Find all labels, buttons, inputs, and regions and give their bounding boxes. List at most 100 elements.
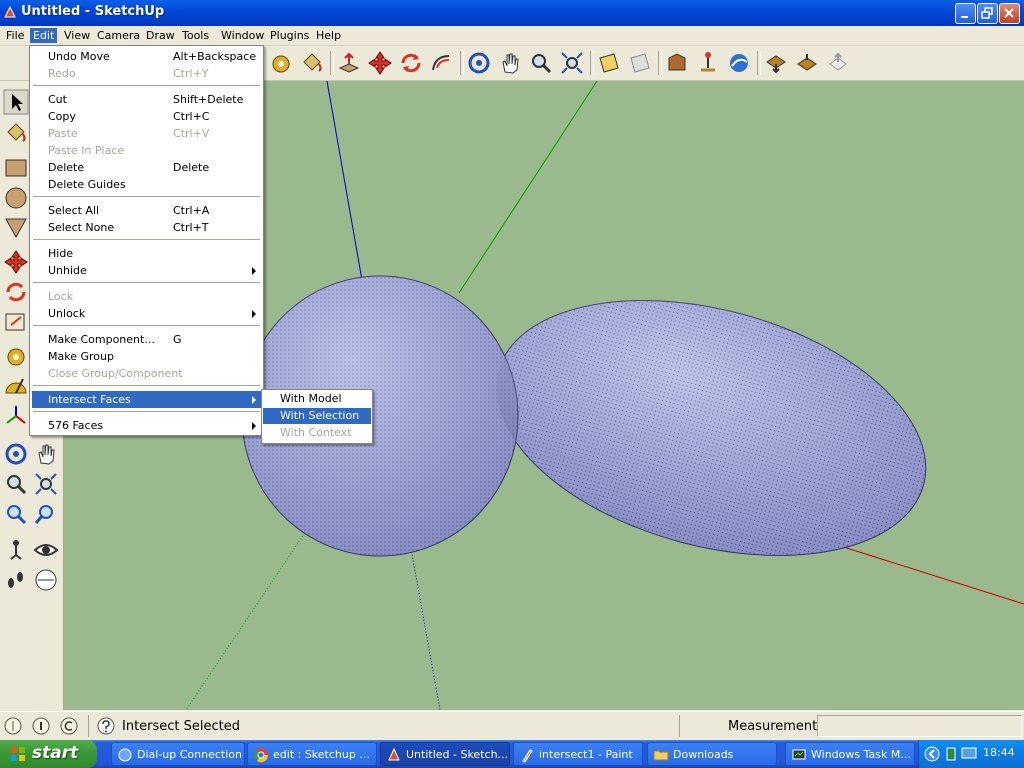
section-display-icon[interactable] — [627, 50, 653, 76]
geo-location-icon[interactable] — [4, 717, 22, 735]
menu-item-undo-move[interactable]: Undo Move Alt+Backspace — [32, 48, 261, 65]
follow-me-icon[interactable] — [429, 50, 455, 76]
menu-item-close-group: Close Group/Component — [48, 367, 183, 380]
circle-icon[interactable] — [3, 185, 29, 211]
share-model-icon[interactable] — [825, 50, 851, 76]
menu-draw[interactable]: Draw — [143, 28, 178, 43]
scale-icon[interactable] — [3, 309, 29, 335]
ellipsoid-shading — [496, 300, 926, 556]
tape-measure-icon[interactable] — [268, 50, 294, 76]
task-browser-sketchup[interactable]: edit : Sketchup ... — [247, 742, 377, 766]
restore-button[interactable] — [977, 3, 998, 24]
status-bar: Intersect Selected Measurements — [0, 711, 1024, 740]
pan-icon[interactable] — [497, 50, 523, 76]
submenu-item-with-context: With Context — [280, 426, 352, 439]
window-title-bar[interactable]: Untitled - SketchUp — [0, 0, 1024, 26]
rectangle-icon[interactable] — [3, 155, 29, 181]
menu-item-paste-in-place: Paste In Place — [48, 144, 125, 157]
select-icon[interactable] — [3, 89, 29, 115]
task-task-manager[interactable]: Windows Task M... — [785, 742, 915, 766]
next-view-icon[interactable] — [33, 501, 59, 527]
tape-measure-icon[interactable] — [3, 343, 29, 369]
menu-item-select-all[interactable]: Select All Ctrl+A — [32, 202, 261, 219]
menu-help[interactable]: Help — [313, 28, 344, 43]
menu-item-redo: Redo Ctrl+Y — [48, 67, 209, 80]
menu-plugins[interactable]: Plugins — [267, 28, 312, 43]
windows-taskbar: start Dial-up Connection edit : Sketchup… — [0, 740, 1024, 768]
tray-network-icon[interactable] — [945, 746, 957, 762]
menu-separator — [33, 239, 260, 241]
paint-bucket-icon[interactable] — [299, 50, 325, 76]
menu-separator — [33, 85, 260, 87]
section-plane-icon[interactable] — [596, 50, 622, 76]
menu-view[interactable]: View — [61, 28, 93, 43]
zoom-icon[interactable] — [3, 471, 29, 497]
system-tray: 18:44 — [918, 740, 1024, 768]
menu-item-cut[interactable]: Cut Shift+Delete — [32, 91, 261, 108]
measurements-input[interactable] — [817, 715, 1022, 737]
submenu-item-with-model[interactable]: With Model — [263, 391, 371, 407]
get-current-view-icon[interactable] — [763, 50, 789, 76]
look-around-icon[interactable] — [33, 537, 59, 563]
status-text: Intersect Selected — [122, 719, 241, 734]
task-downloads[interactable]: Downloads — [647, 742, 777, 766]
menu-item-unlock[interactable]: Unlock — [32, 305, 261, 322]
menu-item-faces-count[interactable]: 576 Faces — [32, 417, 261, 434]
section-plane-icon[interactable] — [33, 567, 59, 593]
polygon-icon[interactable] — [3, 215, 29, 241]
orbit-icon[interactable] — [3, 441, 29, 467]
toolbar-separator — [757, 51, 761, 75]
menu-item-make-group[interactable]: Make Group — [32, 348, 261, 365]
toggle-terrain-icon[interactable] — [794, 50, 820, 76]
submenu-item-with-selection[interactable]: With Selection — [263, 408, 371, 424]
tray-monitor-icon[interactable] — [961, 746, 977, 762]
orbit-icon[interactable] — [466, 50, 492, 76]
axes-icon[interactable] — [3, 403, 29, 429]
zoom-extents-icon[interactable] — [33, 471, 59, 497]
credits-icon[interactable] — [32, 717, 50, 735]
zoom-icon[interactable] — [528, 50, 554, 76]
walk-icon[interactable] — [3, 567, 29, 593]
menu-edit[interactable]: Edit — [30, 28, 58, 43]
task-dialup-connection[interactable]: Dial-up Connection — [111, 742, 245, 766]
task-paint[interactable]: intersect1 - Paint — [513, 742, 643, 766]
measurements-label: Measurements — [728, 719, 825, 734]
menu-item-intersect-faces[interactable]: Intersect Faces — [32, 391, 261, 408]
tray-expand-icon[interactable] — [924, 746, 940, 762]
google-earth-icon[interactable] — [726, 50, 752, 76]
menu-camera[interactable]: Camera — [94, 28, 143, 43]
zoom-extents-icon[interactable] — [559, 50, 585, 76]
menu-item-select-none[interactable]: Select None Ctrl+T — [32, 219, 261, 236]
menu-separator — [33, 385, 260, 387]
menu-item-hide[interactable]: Hide — [32, 245, 261, 262]
menu-item-copy[interactable]: Copy Ctrl+C — [32, 108, 261, 125]
paint-bucket-icon[interactable] — [3, 119, 29, 145]
menu-item-delete[interactable]: Delete Delete — [32, 159, 261, 176]
rotate-icon[interactable] — [3, 279, 29, 305]
menu-item-make-component[interactable]: Make Component... G — [32, 331, 261, 348]
place-model-icon[interactable] — [695, 50, 721, 76]
edit-menu-dropdown: Undo Move Alt+Backspace Redo Ctrl+Y Cut Shi… — [29, 45, 264, 436]
minimize-button[interactable] — [955, 3, 976, 24]
menu-item-delete-guides[interactable]: Delete Guides — [32, 176, 261, 193]
instructor-help-icon[interactable] — [97, 717, 115, 735]
move-icon[interactable] — [3, 249, 29, 275]
menu-tools[interactable]: Tools — [179, 28, 212, 43]
red-axis — [833, 543, 1024, 605]
position-camera-icon[interactable] — [3, 537, 29, 563]
green-axis — [458, 81, 598, 294]
copyright-icon[interactable] — [60, 717, 78, 735]
menu-item-unhide[interactable]: Unhide — [32, 262, 261, 279]
task-sketchup[interactable]: Untitled - Sketch... — [380, 742, 510, 766]
get-models-icon[interactable] — [664, 50, 690, 76]
start-button[interactable]: start — [0, 740, 97, 768]
move-icon[interactable] — [367, 50, 393, 76]
push-pull-icon[interactable] — [336, 50, 362, 76]
protractor-icon[interactable] — [3, 373, 29, 399]
previous-view-icon[interactable] — [3, 501, 29, 527]
rotate-icon[interactable] — [398, 50, 424, 76]
close-button[interactable] — [999, 3, 1020, 24]
menu-window[interactable]: Window — [218, 28, 267, 43]
pan-icon[interactable] — [33, 441, 59, 467]
menu-file[interactable]: File — [3, 28, 27, 43]
